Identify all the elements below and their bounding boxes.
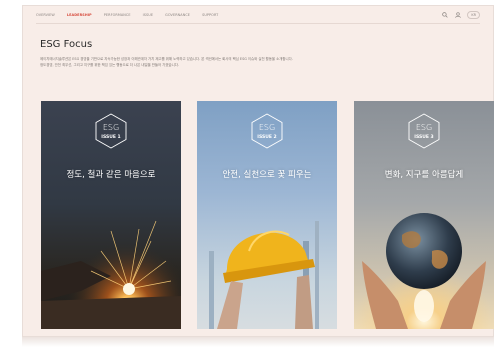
nav-item-performance[interactable]: PERFORMANCE [104,13,131,17]
top-nav: OVERVIEW LEADERSHIP PERFORMANCE ISSUE GO… [36,13,218,17]
issue-phrase-1: 정도, 철과 같은 마음으로 [66,170,156,180]
issue-phrase-2: 안전, 실천으로 꽃 피우는 [222,170,312,180]
esg-label-3: ESG [415,123,433,132]
nav-divider [36,23,480,24]
esg-label-2: ESG [258,123,276,132]
nav-item-overview[interactable]: OVERVIEW [36,13,55,17]
esg-issue-card-3[interactable]: ESG ISSUE 3 변화, 지구를 아름답게 [354,101,494,329]
description-line-2: 정도경영, 안전 최우선, 그리고 지구를 위한 책임 있는 행동으로 더 나은… [40,63,179,67]
search-icon[interactable] [441,12,448,19]
frame-shadow [22,337,494,347]
issue-phrase-3: 변화, 지구를 아름답게 [384,170,464,180]
issue-label-1: ISSUE 1 [101,135,121,140]
esg-issue-card-1[interactable]: ESG ISSUE 1 정도, 철과 같은 마음으로 [41,101,181,329]
language-selector[interactable]: KR [467,11,480,19]
esg-badge-2: ESG ISSUE 2 [249,113,285,149]
issue-label-3: ISSUE 3 [414,135,434,140]
page-frame: OVERVIEW LEADERSHIP PERFORMANCE ISSUE GO… [22,5,494,337]
esg-badge-3: ESG ISSUE 3 [406,113,442,149]
nav-item-governance[interactable]: GOVERNANCE [165,13,190,17]
esg-issue-card-2[interactable]: ESG ISSUE 2 안전, 실천으로 꽃 피우는 [197,101,337,329]
nav-item-support[interactable]: SUPPORT [202,13,218,17]
page-description: 에이치에너지솔루션은 ESG 경영을 기반으로 지속가능한 성장과 이해관계자 … [40,56,460,68]
issue-label-2: ISSUE 2 [257,135,277,140]
nav-item-leadership[interactable]: LEADERSHIP [67,13,92,17]
page-title: ESG Focus [40,39,93,50]
esg-label-1: ESG [102,123,120,132]
user-icon[interactable] [454,12,461,19]
esg-badge-1: ESG ISSUE 1 [93,113,129,149]
nav-item-issue[interactable]: ISSUE [143,13,153,17]
nav-utilities: KR [441,11,480,19]
